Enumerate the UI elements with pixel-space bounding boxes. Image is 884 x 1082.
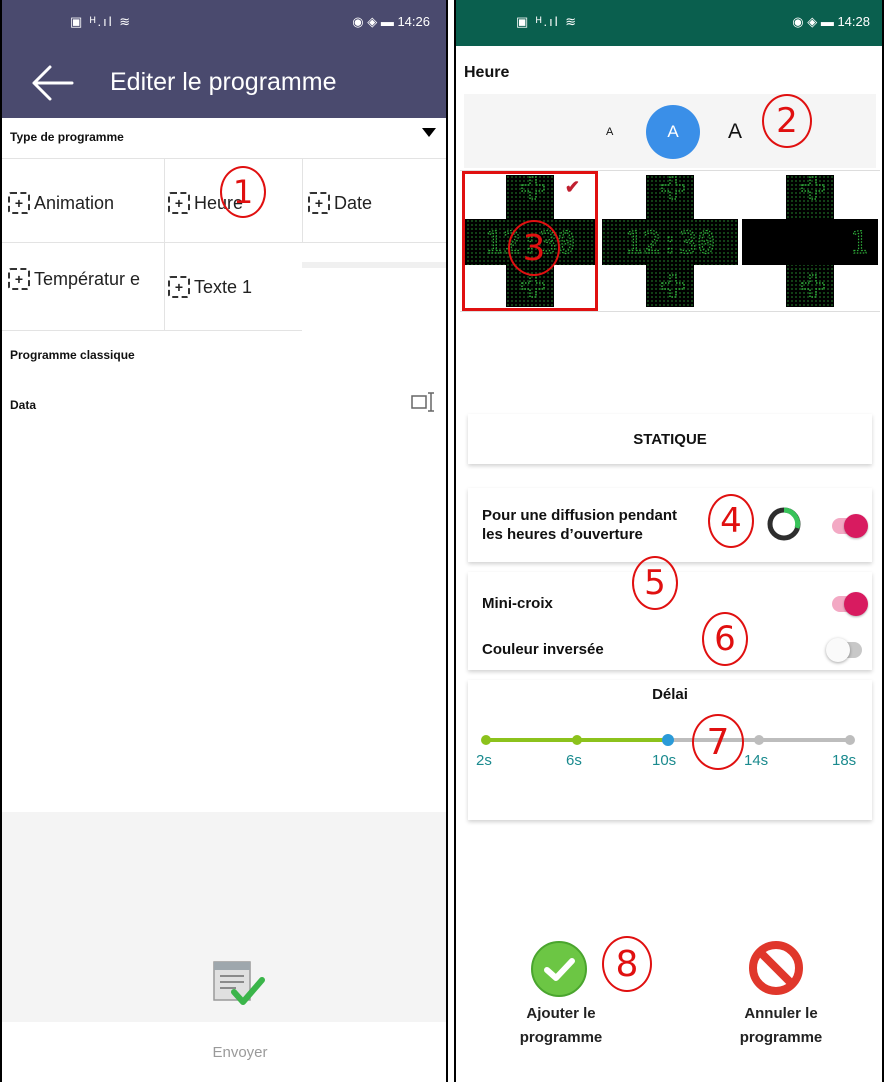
delay-tick-18s: 18s	[832, 752, 857, 769]
page-title: Editer le programme	[110, 68, 337, 96]
status-icons: ◉ ◈ ▬	[792, 14, 834, 29]
font-size-small[interactable]: A	[606, 126, 613, 138]
annotation-marker: 3	[508, 220, 560, 276]
toggle-knob	[844, 592, 868, 616]
preview-style-2[interactable]: 12:30	[602, 171, 738, 311]
delay-slider[interactable]	[468, 720, 872, 750]
program-label: Températur e	[34, 269, 141, 289]
delay-tick-10s: 10s	[652, 752, 677, 769]
toggle-knob	[844, 514, 868, 538]
mode-selector[interactable]: STATIQUE	[468, 414, 872, 464]
mode-label: STATIQUE	[633, 430, 707, 448]
led-cross-preview: 12:30	[602, 175, 738, 307]
annotation-marker: 6	[702, 612, 748, 666]
section-title: Heure	[464, 64, 510, 81]
opening-hours-label-line1: Pour une diffusion pendant	[482, 507, 677, 524]
annotation-marker: 4	[708, 494, 754, 548]
divider	[2, 158, 446, 159]
annotation-marker: 8	[602, 936, 652, 992]
back-arrow-icon[interactable]	[30, 60, 76, 106]
add-icon: +	[168, 192, 190, 214]
delay-tick-6s: 6s	[566, 752, 582, 769]
inverted-color-toggle[interactable]	[826, 638, 862, 662]
opening-hours-card: Pour une diffusion pendant les heures d’…	[468, 488, 872, 562]
program-item-animation[interactable]: + Animation	[8, 192, 114, 214]
add-icon: +	[308, 192, 330, 214]
add-program-icon[interactable]	[530, 940, 588, 998]
delay-tick-2s: 2s	[476, 752, 492, 769]
status-left-icons: ▣ ᴴ.ıl ≋	[70, 14, 133, 29]
classic-program-label: Programme classique	[10, 348, 135, 362]
program-item-temperature[interactable]: + Températur e	[8, 268, 162, 290]
annotation-marker: 7	[692, 714, 744, 770]
divider	[2, 242, 446, 243]
status-left-icons: ▣ ᴴ.ıl ≋	[516, 14, 579, 29]
status-time: 14:28	[837, 14, 870, 29]
delay-tick-14s: 14s	[744, 752, 769, 769]
status-bar: ▣ ᴴ.ıl ≋ ◉ ◈ ▬ 14:28	[456, 0, 882, 46]
add-program-button[interactable]: Ajouter le programme	[486, 1002, 636, 1050]
divider	[2, 330, 302, 331]
add-icon: +	[168, 276, 190, 298]
status-bar: ▣ ᴴ.ıl ≋ ◉ ◈ ▬ 14:26	[2, 0, 446, 46]
right-screen: ▣ ᴴ.ıl ≋ ◉ ◈ ▬ 14:28 Heure A A A 2 12:30…	[454, 0, 884, 1082]
divider	[302, 262, 446, 268]
program-label: Date	[334, 192, 373, 213]
preview-style-3[interactable]: 1	[742, 171, 878, 311]
status-icons: ◉ ◈ ▬	[352, 14, 394, 29]
cancel-program-button[interactable]: Annuler le programme	[706, 1002, 856, 1050]
loading-spinner-icon	[767, 507, 801, 541]
opening-hours-label-line2: les heures d’ouverture	[482, 526, 643, 543]
add-icon: +	[8, 268, 30, 290]
led-cross-preview: 1	[742, 175, 878, 307]
left-screen: ▣ ᴴ.ıl ≋ ◉ ◈ ▬ 14:26 Editer le programme…	[0, 0, 448, 1082]
app-header: Editer le programme	[2, 46, 446, 118]
add-program-label-line1: Ajouter le	[526, 1005, 596, 1022]
cancel-program-icon[interactable]	[748, 940, 804, 996]
preview-time-2: 12:30	[625, 226, 715, 261]
selected-check-icon: ✔	[564, 177, 580, 197]
add-icon: +	[8, 192, 30, 214]
program-label: Animation	[34, 192, 115, 213]
cancel-program-label-line2: programme	[739, 1029, 823, 1046]
mini-cross-toggle[interactable]	[832, 592, 868, 616]
annotation-marker: 2	[762, 94, 812, 148]
toggle-knob	[826, 638, 850, 662]
status-time: 14:26	[397, 14, 430, 29]
opening-hours-toggle[interactable]	[832, 514, 868, 538]
mini-cross-label: Mini-croix	[482, 595, 553, 612]
font-size-medium-label: A	[667, 122, 679, 141]
cancel-program-label-line1: Annuler le	[744, 1005, 818, 1022]
delay-title: Délai	[652, 686, 688, 703]
dropdown-caret-icon[interactable]	[422, 128, 436, 137]
annotation-marker: 5	[632, 556, 678, 610]
divider	[164, 158, 165, 330]
status-right: ◉ ◈ ▬ 14:26	[352, 14, 430, 30]
program-type-label: Type de programme	[10, 130, 124, 144]
delay-card: Délai 2s 6s 10s 14s 18s	[468, 680, 872, 820]
send-label: Envoyer	[212, 1044, 268, 1061]
status-right: ◉ ◈ ▬ 14:28	[792, 14, 870, 30]
inverted-color-label: Couleur inversée	[482, 641, 604, 658]
program-label: Texte 1	[194, 276, 253, 297]
font-size-medium[interactable]: A	[646, 105, 700, 159]
program-item-texte-1[interactable]: + Texte 1	[168, 276, 252, 298]
font-size-large[interactable]: A	[728, 120, 742, 144]
annotation-marker: 1	[220, 166, 266, 218]
divider	[302, 158, 303, 242]
add-program-label-line2: programme	[519, 1029, 603, 1046]
data-label: Data	[10, 398, 37, 412]
send-icon[interactable]	[210, 960, 266, 1008]
edit-text-icon[interactable]	[410, 390, 438, 414]
preview-time-3: 1	[850, 226, 868, 261]
program-item-date[interactable]: + Date	[308, 192, 372, 214]
